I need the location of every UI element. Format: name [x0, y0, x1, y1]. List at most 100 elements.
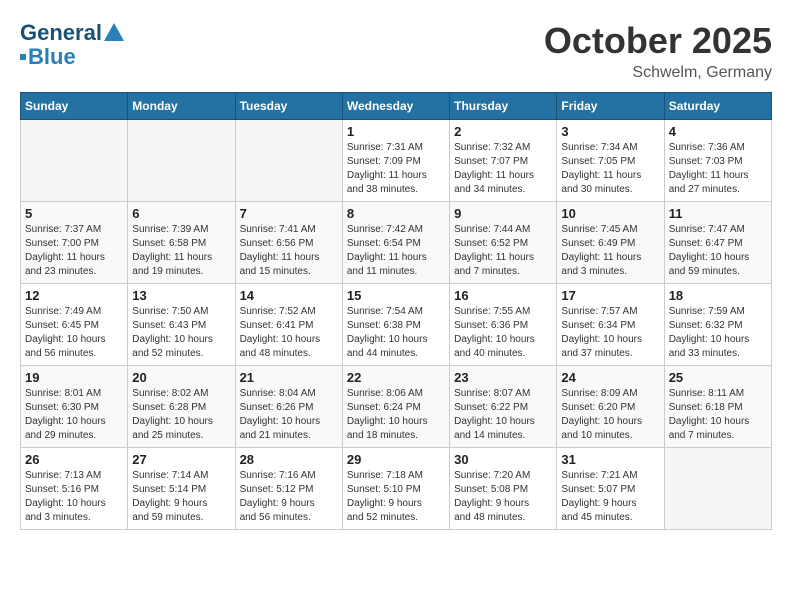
calendar-cell	[235, 120, 342, 202]
day-number: 28	[240, 452, 338, 467]
calendar-cell: 3Sunrise: 7:34 AM Sunset: 7:05 PM Daylig…	[557, 120, 664, 202]
day-number: 14	[240, 288, 338, 303]
day-number: 10	[561, 206, 659, 221]
day-number: 12	[25, 288, 123, 303]
day-info: Sunrise: 7:45 AM Sunset: 6:49 PM Dayligh…	[561, 223, 659, 279]
day-info: Sunrise: 7:31 AM Sunset: 7:09 PM Dayligh…	[347, 141, 445, 197]
calendar-cell: 7 Sunrise: 7:41 AM Sunset: 6:56 PM Daylig…	[235, 202, 342, 284]
day-info: Sunrise: 7:47 AM Sunset: 6:47 PM Dayligh…	[669, 223, 767, 279]
weekday-header-friday: Friday	[557, 93, 664, 120]
day-number: 19	[25, 370, 123, 385]
calendar-cell: 12Sunrise: 7:49 AM Sunset: 6:45 PM Dayli…	[21, 284, 128, 366]
calendar-cell: 4Sunrise: 7:36 AM Sunset: 7:03 PM Daylig…	[664, 120, 771, 202]
day-info: Sunrise: 7:59 AM Sunset: 6:32 PM Dayligh…	[669, 305, 767, 361]
day-number: 15	[347, 288, 445, 303]
day-info: Sunrise: 7:14 AM Sunset: 5:14 PM Dayligh…	[132, 469, 230, 525]
day-number: 6	[132, 206, 230, 221]
day-info: Sunrise: 7:21 AM Sunset: 5:07 PM Dayligh…	[561, 469, 659, 525]
weekday-header-saturday: Saturday	[664, 93, 771, 120]
calendar-cell: 21 Sunrise: 8:04 AM Sunset: 6:26 PM Dayli…	[235, 366, 342, 448]
location-title: Schwelm, Germany	[544, 64, 772, 82]
day-number: 8	[347, 206, 445, 221]
day-info: Sunrise: 8:11 AM Sunset: 6:18 PM Dayligh…	[669, 387, 767, 443]
day-number: 2	[454, 124, 552, 139]
weekday-header-wednesday: Wednesday	[342, 93, 449, 120]
calendar-cell: 5 Sunrise: 7:37 AM Sunset: 7:00 PM Daylig…	[21, 202, 128, 284]
day-info: Sunrise: 7:52 AM Sunset: 6:41 PM Dayligh…	[240, 305, 338, 361]
calendar-week-row: 5 Sunrise: 7:37 AM Sunset: 7:00 PM Daylig…	[21, 202, 772, 284]
calendar-cell: 31 Sunrise: 7:21 AM Sunset: 5:07 PM Dayli…	[557, 448, 664, 530]
day-info: Sunrise: 8:09 AM Sunset: 6:20 PM Dayligh…	[561, 387, 659, 443]
calendar-cell	[21, 120, 128, 202]
day-info: Sunrise: 7:42 AM Sunset: 6:54 PM Dayligh…	[347, 223, 445, 279]
calendar-cell: 26 Sunrise: 7:13 AM Sunset: 5:16 PM Dayli…	[21, 448, 128, 530]
day-info: Sunrise: 7:41 AM Sunset: 6:56 PM Dayligh…	[240, 223, 338, 279]
month-title: October 2025	[544, 20, 772, 62]
calendar-cell: 1 Sunrise: 7:31 AM Sunset: 7:09 PM Daylig…	[342, 120, 449, 202]
day-info: Sunrise: 7:39 AM Sunset: 6:58 PM Dayligh…	[132, 223, 230, 279]
calendar-table: SundayMondayTuesdayWednesdayThursdayFrid…	[20, 92, 772, 530]
day-number: 29	[347, 452, 445, 467]
day-info: Sunrise: 7:44 AM Sunset: 6:52 PM Dayligh…	[454, 223, 552, 279]
calendar-cell: 28 Sunrise: 7:16 AM Sunset: 5:12 PM Dayli…	[235, 448, 342, 530]
calendar-cell: 13Sunrise: 7:50 AM Sunset: 6:43 PM Dayli…	[128, 284, 235, 366]
calendar-cell: 10 Sunrise: 7:45 AM Sunset: 6:49 PM Dayli…	[557, 202, 664, 284]
page-header: General Blue October 2025 Schwelm, Germa…	[20, 20, 772, 82]
day-number: 9	[454, 206, 552, 221]
day-number: 17	[561, 288, 659, 303]
day-info: Sunrise: 7:20 AM Sunset: 5:08 PM Dayligh…	[454, 469, 552, 525]
day-info: Sunrise: 7:37 AM Sunset: 7:00 PM Dayligh…	[25, 223, 123, 279]
calendar-cell: 22Sunrise: 8:06 AM Sunset: 6:24 PM Dayli…	[342, 366, 449, 448]
day-info: Sunrise: 8:01 AM Sunset: 6:30 PM Dayligh…	[25, 387, 123, 443]
day-number: 20	[132, 370, 230, 385]
day-number: 30	[454, 452, 552, 467]
day-info: Sunrise: 7:18 AM Sunset: 5:10 PM Dayligh…	[347, 469, 445, 525]
day-number: 1	[347, 124, 445, 139]
calendar-cell: 8 Sunrise: 7:42 AM Sunset: 6:54 PM Daylig…	[342, 202, 449, 284]
calendar-cell: 23 Sunrise: 8:07 AM Sunset: 6:22 PM Dayli…	[450, 366, 557, 448]
day-info: Sunrise: 7:13 AM Sunset: 5:16 PM Dayligh…	[25, 469, 123, 525]
calendar-cell: 20 Sunrise: 8:02 AM Sunset: 6:28 PM Dayli…	[128, 366, 235, 448]
weekday-header-tuesday: Tuesday	[235, 93, 342, 120]
day-info: Sunrise: 7:32 AM Sunset: 7:07 PM Dayligh…	[454, 141, 552, 197]
weekday-header-sunday: Sunday	[21, 93, 128, 120]
day-info: Sunrise: 8:07 AM Sunset: 6:22 PM Dayligh…	[454, 387, 552, 443]
day-number: 21	[240, 370, 338, 385]
day-number: 7	[240, 206, 338, 221]
day-info: Sunrise: 7:50 AM Sunset: 6:43 PM Dayligh…	[132, 305, 230, 361]
calendar-week-row: 19 Sunrise: 8:01 AM Sunset: 6:30 PM Dayli…	[21, 366, 772, 448]
calendar-cell: 24 Sunrise: 8:09 AM Sunset: 6:20 PM Dayli…	[557, 366, 664, 448]
weekday-header-monday: Monday	[128, 93, 235, 120]
calendar-cell: 30 Sunrise: 7:20 AM Sunset: 5:08 PM Dayli…	[450, 448, 557, 530]
day-number: 5	[25, 206, 123, 221]
day-number: 16	[454, 288, 552, 303]
calendar-cell: 9 Sunrise: 7:44 AM Sunset: 6:52 PM Daylig…	[450, 202, 557, 284]
logo: General Blue	[20, 20, 124, 70]
day-number: 27	[132, 452, 230, 467]
logo-general: General	[20, 20, 102, 46]
calendar-cell: 27 Sunrise: 7:14 AM Sunset: 5:14 PM Dayli…	[128, 448, 235, 530]
calendar-cell: 17 Sunrise: 7:57 AM Sunset: 6:34 PM Dayli…	[557, 284, 664, 366]
day-info: Sunrise: 8:02 AM Sunset: 6:28 PM Dayligh…	[132, 387, 230, 443]
calendar-cell: 2 Sunrise: 7:32 AM Sunset: 7:07 PM Daylig…	[450, 120, 557, 202]
calendar-cell: 11Sunrise: 7:47 AM Sunset: 6:47 PM Dayli…	[664, 202, 771, 284]
title-block: October 2025 Schwelm, Germany	[544, 20, 772, 82]
day-number: 23	[454, 370, 552, 385]
day-info: Sunrise: 7:16 AM Sunset: 5:12 PM Dayligh…	[240, 469, 338, 525]
calendar-cell: 14 Sunrise: 7:52 AM Sunset: 6:41 PM Dayli…	[235, 284, 342, 366]
calendar-cell	[128, 120, 235, 202]
day-number: 31	[561, 452, 659, 467]
day-info: Sunrise: 8:04 AM Sunset: 6:26 PM Dayligh…	[240, 387, 338, 443]
calendar-cell: 25 Sunrise: 8:11 AM Sunset: 6:18 PM Dayli…	[664, 366, 771, 448]
day-number: 24	[561, 370, 659, 385]
weekday-header-thursday: Thursday	[450, 93, 557, 120]
day-info: Sunrise: 7:34 AM Sunset: 7:05 PM Dayligh…	[561, 141, 659, 197]
day-number: 25	[669, 370, 767, 385]
calendar-week-row: 12Sunrise: 7:49 AM Sunset: 6:45 PM Dayli…	[21, 284, 772, 366]
day-number: 22	[347, 370, 445, 385]
day-number: 26	[25, 452, 123, 467]
day-info: Sunrise: 7:36 AM Sunset: 7:03 PM Dayligh…	[669, 141, 767, 197]
day-info: Sunrise: 7:57 AM Sunset: 6:34 PM Dayligh…	[561, 305, 659, 361]
day-info: Sunrise: 7:54 AM Sunset: 6:38 PM Dayligh…	[347, 305, 445, 361]
calendar-header-row: SundayMondayTuesdayWednesdayThursdayFrid…	[21, 93, 772, 120]
